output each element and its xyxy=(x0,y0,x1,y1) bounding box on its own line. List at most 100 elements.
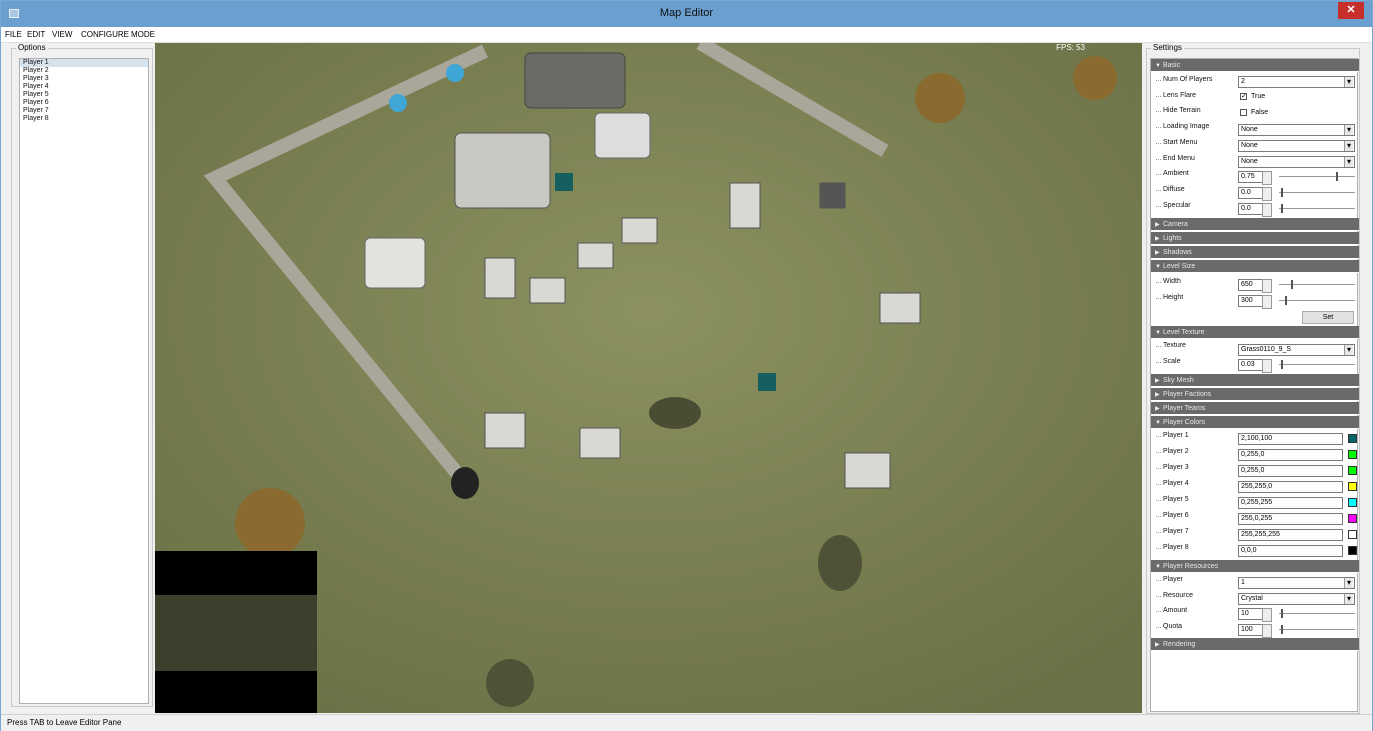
section-level-size[interactable]: ▼ Level Size xyxy=(1151,260,1359,273)
map-editor-window: Map Editor ✕ FILE EDIT VIEW CONFIGURE MO… xyxy=(0,0,1373,731)
section-rendering[interactable]: ▶ Rendering xyxy=(1151,638,1359,651)
player-color-swatch[interactable] xyxy=(1348,466,1357,475)
player-color-label: Player 1 xyxy=(1156,432,1189,439)
player-list-item[interactable]: Player 5 xyxy=(20,91,148,99)
player-list[interactable]: Player 1 Player 2 Player 3 Player 4 Play… xyxy=(19,58,149,704)
lens-flare-checkbox[interactable]: ✓ xyxy=(1240,93,1247,100)
quota-slider-thumb[interactable] xyxy=(1281,625,1283,634)
menu-configure[interactable]: CONFIGURE xyxy=(81,30,129,39)
player-color-swatch[interactable] xyxy=(1348,450,1357,459)
ambient-slider-thumb[interactable] xyxy=(1336,172,1338,181)
ambient-spinner[interactable]: 0.75 xyxy=(1238,171,1272,185)
height-spinner[interactable]: 300 xyxy=(1238,295,1272,309)
texture-label: Texture xyxy=(1156,342,1186,349)
section-player-resources[interactable]: ▼ Player Resources xyxy=(1151,560,1359,573)
minimap[interactable] xyxy=(155,551,317,713)
map-viewport[interactable]: FPS: 53 xyxy=(155,43,1142,713)
player-color-field[interactable]: 255,255,255 xyxy=(1238,529,1343,541)
diffuse-slider-thumb[interactable] xyxy=(1281,188,1283,197)
specular-slider[interactable] xyxy=(1279,208,1355,209)
menu-mode[interactable]: MODE xyxy=(131,30,155,39)
height-slider[interactable] xyxy=(1279,300,1355,301)
player-list-item[interactable]: Player 3 xyxy=(20,75,148,83)
amount-spinner[interactable]: 10 xyxy=(1238,608,1272,622)
shadow xyxy=(486,659,534,707)
collapsed-icon: ▶ xyxy=(1155,250,1160,256)
settings-group: Settings ▼Basic Num Of Players 2 Lens Fl… xyxy=(1146,43,1360,714)
collapsed-icon: ▶ xyxy=(1155,392,1160,398)
ambient-label: Ambient xyxy=(1156,170,1189,177)
specular-slider-thumb[interactable] xyxy=(1281,204,1283,213)
player-color-field[interactable]: 2,100,100 xyxy=(1238,433,1343,445)
player-color-field[interactable]: 255,0,255 xyxy=(1238,513,1343,525)
scale-slider-thumb[interactable] xyxy=(1281,360,1283,369)
end-menu-dropdown[interactable]: None xyxy=(1238,156,1355,168)
num-players-dropdown[interactable]: 2 xyxy=(1238,76,1355,88)
diffuse-slider[interactable] xyxy=(1279,192,1355,193)
section-basic[interactable]: ▼ Basic xyxy=(1151,59,1359,72)
player-color-swatch[interactable] xyxy=(1348,530,1357,539)
section-player-colors[interactable]: ▼ Player Colors xyxy=(1151,416,1359,429)
player-color-swatch[interactable] xyxy=(1348,498,1357,507)
player-color-swatch[interactable] xyxy=(1348,514,1357,523)
section-player-teams[interactable]: ▶ Player Teams xyxy=(1151,402,1359,415)
close-button[interactable]: ✕ xyxy=(1338,2,1364,19)
menu-file[interactable]: FILE xyxy=(5,30,22,39)
section-sky-mesh[interactable]: ▶ Sky Mesh xyxy=(1151,374,1359,387)
player-color-field[interactable]: 0,255,0 xyxy=(1238,465,1343,477)
player-list-item[interactable]: Player 1 xyxy=(20,59,148,67)
section-shadows[interactable]: ▶ Shadows xyxy=(1151,246,1359,259)
expanded-icon: ▼ xyxy=(1155,63,1161,69)
texture-dropdown[interactable]: Grass0110_9_S xyxy=(1238,344,1355,356)
width-slider-thumb[interactable] xyxy=(1291,280,1293,289)
start-menu-dropdown[interactable]: None xyxy=(1238,140,1355,152)
player-color-swatch[interactable] xyxy=(1348,434,1357,443)
quota-slider[interactable] xyxy=(1279,629,1355,630)
resource-player-dropdown[interactable]: 1 xyxy=(1238,577,1355,589)
player-color-label: Player 2 xyxy=(1156,448,1189,455)
player-color-field[interactable]: 0,255,0 xyxy=(1238,449,1343,461)
player-list-item[interactable]: Player 2 xyxy=(20,67,148,75)
diffuse-spinner[interactable]: 0.0 xyxy=(1238,187,1272,201)
height-slider-thumb[interactable] xyxy=(1285,296,1287,305)
title-bar[interactable]: Map Editor ✕ xyxy=(1,1,1372,27)
resource-player-label: Player xyxy=(1156,576,1183,583)
player-list-item[interactable]: Player 8 xyxy=(20,115,148,123)
player-list-item[interactable]: Player 7 xyxy=(20,107,148,115)
width-spinner[interactable]: 650 xyxy=(1238,279,1272,293)
player-color-swatch[interactable] xyxy=(1348,546,1357,555)
menu-edit[interactable]: EDIT xyxy=(27,30,45,39)
player-color-field[interactable]: 255,255,0 xyxy=(1238,481,1343,493)
collapsed-icon: ▶ xyxy=(1155,222,1160,228)
loading-image-dropdown[interactable]: None xyxy=(1238,124,1355,136)
section-player-factions[interactable]: ▶ Player Factions xyxy=(1151,388,1359,401)
expanded-icon: ▼ xyxy=(1155,264,1161,270)
specular-spinner[interactable]: 0.0 xyxy=(1238,203,1272,217)
menu-view[interactable]: VIEW xyxy=(52,30,72,39)
height-label: Height xyxy=(1155,294,1184,301)
scale-slider[interactable] xyxy=(1279,364,1355,365)
quota-label: Quota xyxy=(1155,623,1183,630)
hide-terrain-checkbox[interactable] xyxy=(1240,109,1247,116)
ambient-slider[interactable] xyxy=(1279,176,1355,177)
resource-label: Resource xyxy=(1156,592,1193,599)
section-level-texture[interactable]: ▼ Level Texture xyxy=(1151,326,1359,339)
quota-spinner[interactable]: 100 xyxy=(1238,624,1272,638)
player-list-item[interactable]: Player 4 xyxy=(20,83,148,91)
player-color-swatch[interactable] xyxy=(1348,482,1357,491)
amount-slider[interactable] xyxy=(1279,613,1355,614)
player-color-field[interactable]: 0,0,0 xyxy=(1238,545,1343,557)
player-list-item[interactable]: Player 6 xyxy=(20,99,148,107)
resource-dropdown[interactable]: Crystal xyxy=(1238,593,1355,605)
collapsed-icon: ▶ xyxy=(1155,642,1160,648)
amount-label: Amount xyxy=(1155,607,1188,614)
player-color-field[interactable]: 0,255,255 xyxy=(1238,497,1343,509)
amount-slider-thumb[interactable] xyxy=(1281,609,1283,618)
loading-image-label: Loading Image xyxy=(1155,123,1210,130)
status-bar: Press TAB to Leave Editor Pane xyxy=(1,714,1372,731)
diffuse-label: Diffuse xyxy=(1156,186,1185,193)
scale-spinner[interactable]: 0.03 xyxy=(1238,359,1272,373)
section-lights[interactable]: ▶ Lights xyxy=(1151,232,1359,245)
set-button[interactable]: Set xyxy=(1302,311,1354,324)
section-camera[interactable]: ▶ Camera xyxy=(1151,218,1359,231)
